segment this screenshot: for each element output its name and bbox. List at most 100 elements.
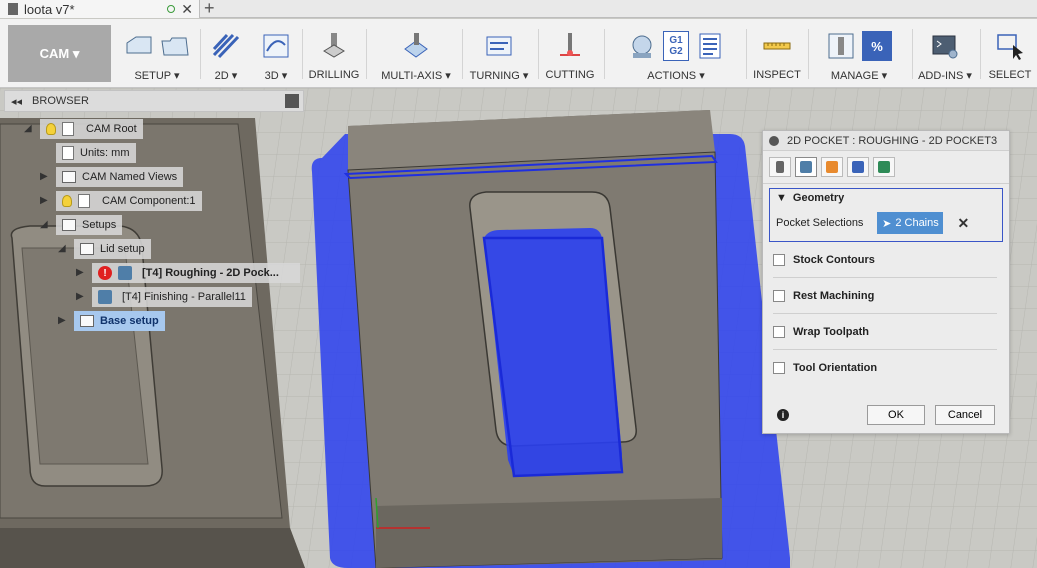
checkbox[interactable]	[773, 362, 785, 374]
tree-node-cam-root[interactable]: CAM Root	[40, 119, 143, 139]
tree-node-label: Setups	[82, 219, 117, 231]
tree-node-named-views[interactable]: CAM Named Views	[56, 167, 184, 187]
expand-finishing-icon[interactable]: ▶	[76, 291, 84, 302]
measure-icon[interactable]	[762, 31, 792, 61]
option-tool-orientation[interactable]: Tool Orientation	[773, 350, 997, 386]
minimize-dialog-icon[interactable]	[769, 135, 779, 146]
expand-cam-root-icon[interactable]: ◢	[24, 123, 32, 134]
close-tab-icon[interactable]: ✕	[181, 1, 193, 18]
pocket-selections-label: Pocket Selections	[776, 217, 864, 229]
document-icon	[8, 3, 18, 15]
setup-folder-icon[interactable]	[160, 31, 190, 61]
visibility-bulb-icon[interactable]	[62, 195, 72, 207]
checkbox[interactable]	[773, 289, 785, 302]
2d-group[interactable]: 2D ▾	[206, 27, 246, 85]
expand-component-icon[interactable]: ▶	[40, 195, 48, 206]
browser-title: BROWSER	[32, 95, 89, 107]
folder-icon	[62, 171, 76, 183]
inspect-label: INSPECT	[753, 69, 801, 81]
setup-sheet-icon[interactable]	[695, 31, 725, 61]
add-ins-group[interactable]: ADD-INS ▾	[916, 27, 974, 85]
tree-node-label: Lid setup	[100, 243, 145, 255]
tree-node-units[interactable]: Units: mm	[56, 143, 136, 163]
option-rest-machining[interactable]: Rest Machining	[773, 278, 997, 314]
actions-label: ACTIONS ▾	[647, 70, 705, 82]
tool-tab-icon	[776, 161, 784, 173]
cutting-icon[interactable]	[555, 31, 585, 61]
setup-group[interactable]: SETUP ▾	[116, 27, 198, 85]
3d-toolpath-icon[interactable]	[261, 31, 291, 61]
tab-passes[interactable]	[847, 157, 869, 177]
chains-count: 2 Chains	[895, 217, 939, 229]
cutting-group[interactable]: CUTTING	[544, 27, 596, 85]
checkbox[interactable]	[773, 253, 785, 266]
new-tab-button[interactable]: +	[204, 0, 215, 19]
multi-axis-icon[interactable]	[401, 31, 431, 61]
cancel-button[interactable]: Cancel	[935, 405, 995, 425]
workspace-switcher[interactable]: CAM ▾	[8, 25, 111, 82]
setup-icon	[80, 315, 94, 327]
tree-node-setups[interactable]: Setups	[56, 215, 123, 235]
info-icon[interactable]: i	[777, 409, 789, 421]
heights-tab-icon	[826, 161, 838, 173]
turning-group[interactable]: TURNING ▾	[468, 27, 530, 85]
select-icon[interactable]	[995, 31, 1025, 61]
ok-button[interactable]: OK	[867, 405, 925, 425]
tab-geometry[interactable]	[795, 157, 817, 177]
multi-axis-group[interactable]: MULTI-AXIS ▾	[380, 27, 452, 85]
document-tab[interactable]: loota v7* ✕	[0, 0, 200, 18]
scripts-icon[interactable]	[930, 31, 960, 61]
clear-selection-icon[interactable]: ✕	[957, 215, 969, 232]
parallel-op-icon	[98, 290, 112, 304]
actions-group[interactable]: G1 G2 ACTIONS ▾	[612, 27, 740, 85]
tree-node-label: CAM Named Views	[82, 171, 178, 183]
tab-linking[interactable]	[873, 157, 895, 177]
collapse-browser-icon[interactable]: ◂◂	[11, 95, 22, 108]
tab-tool[interactable]	[769, 157, 791, 177]
visibility-bulb-icon[interactable]	[46, 123, 56, 135]
simulate-icon[interactable]	[627, 31, 657, 61]
ribbon-toolbar: CAM ▾ SETUP ▾ 2D ▾ 3D ▾ DRILLING MULTI-A…	[0, 19, 1037, 88]
expand-setups-icon[interactable]: ◢	[40, 219, 48, 230]
tree-node-label: Base setup	[100, 315, 159, 327]
manage-label: MANAGE ▾	[830, 70, 888, 82]
drilling-group[interactable]: DRILLING	[308, 27, 360, 85]
tab-heights[interactable]	[821, 157, 843, 177]
select-group[interactable]: SELECT	[986, 27, 1034, 85]
select-label: SELECT	[988, 69, 1032, 81]
templates-icon[interactable]: %	[862, 31, 892, 61]
expand-base-setup-icon[interactable]: ▶	[58, 315, 66, 326]
cutting-label: CUTTING	[545, 69, 595, 81]
geometry-tab-icon	[800, 161, 812, 173]
3d-group[interactable]: 3D ▾	[256, 27, 296, 85]
setup-label: SETUP ▾	[134, 70, 180, 82]
tree-node-finishing-op[interactable]: [T4] Finishing - Parallel11	[92, 287, 252, 307]
browser-header[interactable]: ◂◂ BROWSER	[4, 90, 304, 112]
expand-lid-setup-icon[interactable]: ◢	[58, 243, 66, 254]
tool-library-icon[interactable]	[826, 31, 856, 61]
tree-node-cam-component[interactable]: CAM Component:1	[56, 191, 202, 211]
tree-node-base-setup[interactable]: Base setup	[74, 311, 165, 331]
new-setup-icon[interactable]	[124, 31, 154, 61]
geometry-header[interactable]: ▼ Geometry	[776, 192, 996, 204]
checkbox[interactable]	[773, 325, 785, 338]
pocket-selections-button[interactable]: ➤ 2 Chains	[877, 212, 944, 234]
pin-icon[interactable]	[285, 94, 299, 108]
tree-node-roughing-op[interactable]: ! [T4] Roughing - 2D Pock...	[92, 263, 300, 283]
inspect-group[interactable]: INSPECT	[752, 27, 802, 85]
dialog-header[interactable]: 2D POCKET : ROUGHING - 2D POCKET3	[763, 131, 1009, 151]
drilling-icon[interactable]	[319, 31, 349, 61]
tree-node-lid-setup[interactable]: Lid setup	[74, 239, 151, 259]
option-stock-contours[interactable]: Stock Contours	[773, 242, 997, 278]
turning-icon[interactable]	[484, 31, 514, 61]
units-icon	[62, 146, 74, 160]
post-process-icon[interactable]: G1 G2	[663, 31, 689, 61]
error-icon[interactable]: !	[98, 266, 112, 280]
expand-roughing-icon[interactable]: ▶	[76, 267, 84, 278]
2d-toolpath-icon[interactable]	[211, 31, 241, 61]
expand-named-views-icon[interactable]: ▶	[40, 171, 48, 182]
option-wrap-toolpath[interactable]: Wrap Toolpath	[773, 314, 997, 350]
passes-tab-icon	[852, 161, 864, 173]
manage-group[interactable]: % MANAGE ▾	[814, 27, 904, 85]
dialog-footer: i OK Cancel	[763, 397, 1009, 433]
